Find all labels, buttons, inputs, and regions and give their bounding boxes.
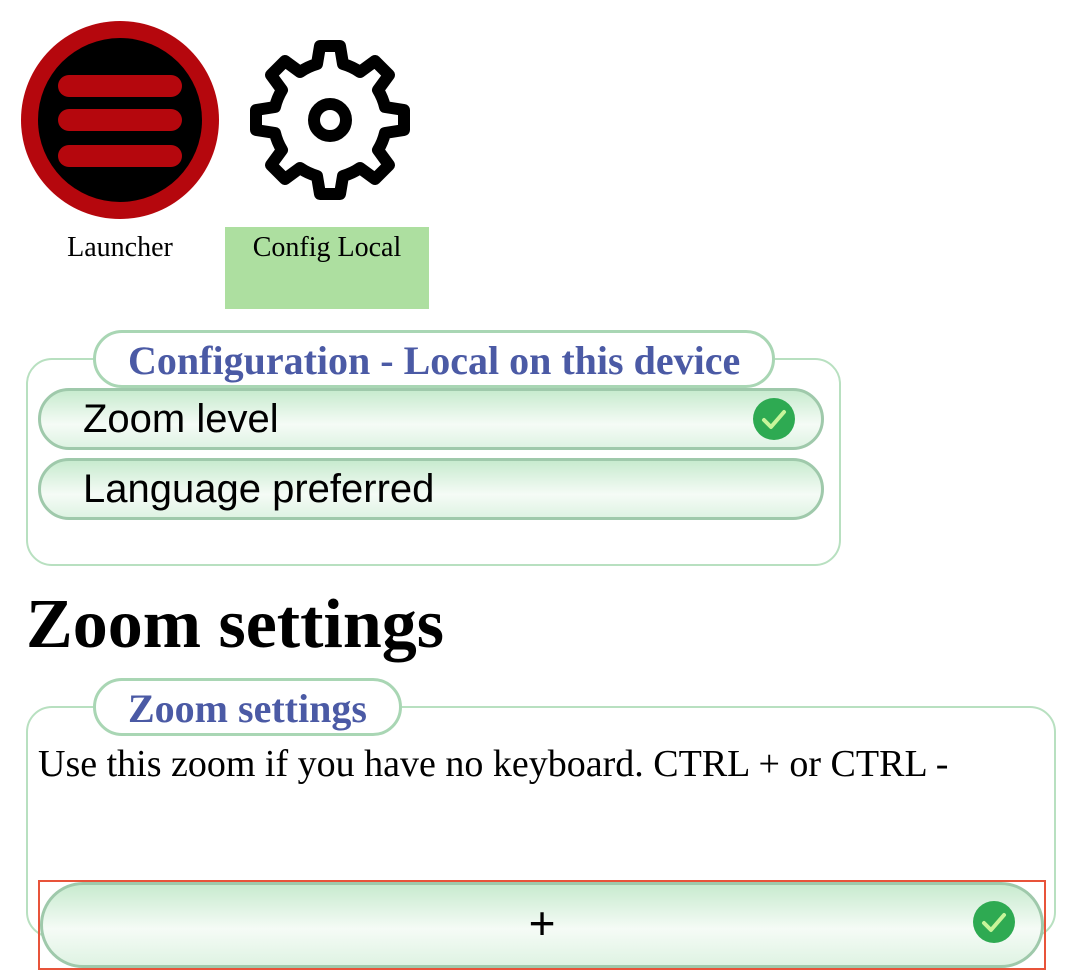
app-label-config-local: Config Local bbox=[225, 227, 429, 309]
zoom-in-button[interactable]: + bbox=[40, 882, 1044, 968]
menu-item-zoom-level[interactable]: Zoom level bbox=[38, 388, 824, 450]
app-config-local[interactable]: Config Local bbox=[225, 20, 429, 309]
gear-icon bbox=[250, 40, 410, 200]
zoom-panel-legend: Zoom settings bbox=[93, 678, 402, 736]
check-icon bbox=[753, 398, 795, 440]
check-icon bbox=[973, 901, 1015, 943]
config-panel-legend: Configuration - Local on this device bbox=[93, 330, 776, 388]
page-title: Zoom settings bbox=[26, 586, 445, 663]
app-label-launcher: Launcher bbox=[67, 232, 173, 263]
zoom-in-label: + bbox=[528, 897, 556, 949]
menu-item-label: Language preferred bbox=[83, 467, 435, 511]
zoom-plus-focus-ring: + bbox=[38, 880, 1046, 970]
app-bar: Launcher Config Local bbox=[0, 0, 1065, 320]
config-panel: Configuration - Local on this device Zoo… bbox=[26, 330, 841, 566]
menu-item-label: Zoom level bbox=[83, 397, 279, 441]
zoom-panel: Zoom settings Use this zoom if you have … bbox=[26, 678, 1056, 970]
app-launcher[interactable]: Launcher bbox=[18, 20, 222, 309]
menu-item-language-preferred[interactable]: Language preferred bbox=[38, 458, 824, 520]
launcher-menu-icon bbox=[21, 21, 219, 219]
zoom-help-text: Use this zoom if you have no keyboard. C… bbox=[38, 743, 949, 785]
